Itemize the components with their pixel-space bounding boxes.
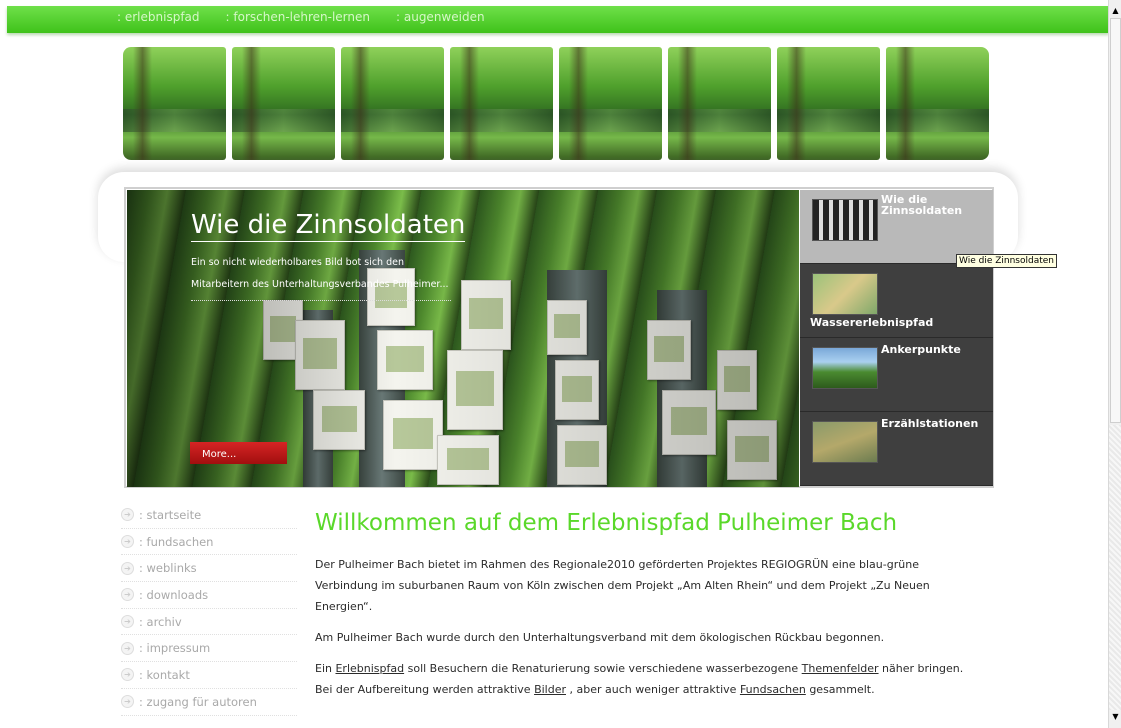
link-bilder[interactable]: Bilder	[534, 683, 566, 696]
arrow-circle-icon: ➔	[121, 508, 134, 522]
scrollbar-track[interactable]	[1109, 425, 1121, 710]
arrow-circle-icon: ➔	[121, 588, 134, 602]
menu-item-startseite[interactable]: ➔ : startseite	[121, 502, 297, 529]
tooltip: Wie die Zinnsoldaten	[956, 254, 1057, 268]
menu-item-label: : startseite	[139, 507, 202, 522]
sidebar-menu: ➔: startseite ➔: fundsachen ➔: weblinks …	[121, 502, 297, 716]
slider-thumb-zinnsoldaten[interactable]: Wie die Zinnsoldaten	[800, 190, 993, 264]
link-fundsachen[interactable]: Fundsachen	[740, 683, 806, 696]
top-navigation-bar: : erlebnispfad : forschen-lehren-lernen …	[7, 6, 1109, 33]
thumb-image	[812, 421, 878, 463]
arrow-circle-icon: ➔	[121, 695, 134, 709]
scroll-down-arrow-icon[interactable]: ▼	[1110, 712, 1121, 724]
menu-item-label: : zugang für autoren	[139, 694, 257, 709]
slider-thumb-wassererlebnispfad[interactable]: Wassererlebnispfad	[800, 264, 993, 338]
text: , aber auch weniger attraktive	[566, 683, 740, 696]
header-photo	[341, 47, 444, 160]
nav-link-augenweiden[interactable]: : augenweiden	[396, 10, 485, 24]
page-heading: Willkommen auf dem Erlebnispfad Pulheime…	[315, 510, 898, 536]
thumb-label: Wie die Zinnsoldaten	[881, 193, 963, 217]
menu-item-label: : archiv	[139, 614, 182, 629]
menu-item-label: : impressum	[139, 641, 211, 656]
arrow-circle-icon: ➔	[121, 615, 134, 629]
featured-slider: Wie die Zinnsoldaten Ein so nicht wieder…	[124, 187, 994, 488]
menu-item-downloads[interactable]: ➔ : downloads	[121, 582, 297, 609]
arrow-circle-icon: ➔	[121, 668, 134, 682]
scrollbar-thumb[interactable]	[1110, 18, 1121, 423]
menu-item-zugang-fuer-autoren[interactable]: ➔ : zugang für autoren	[121, 689, 297, 716]
header-photo	[668, 47, 771, 160]
vertical-scrollbar[interactable]: ▲ ▼	[1108, 0, 1121, 728]
header-photo	[886, 47, 989, 160]
text: soll Besuchern die Renaturierung sowie v…	[404, 662, 802, 675]
header-photo	[559, 47, 662, 160]
text: Ein	[315, 662, 336, 675]
header-photo	[123, 47, 226, 160]
menu-item-label: : kontakt	[139, 667, 190, 682]
header-photo	[450, 47, 553, 160]
thumb-image	[812, 199, 878, 241]
thumb-label: Ankerpunkte	[881, 343, 961, 356]
thumb-image	[812, 273, 878, 315]
slider-thumbnail-list: Wie die Zinnsoldaten Wassererlebnispfad …	[800, 190, 993, 487]
slider-thumb-ankerpunkte[interactable]: Ankerpunkte	[800, 338, 993, 412]
arrow-circle-icon: ➔	[121, 561, 134, 575]
scroll-up-arrow-icon[interactable]: ▲	[1110, 6, 1121, 18]
paragraph: Am Pulheimer Bach wurde durch den Unterh…	[315, 631, 885, 644]
top-nav: : erlebnispfad : forschen-lehren-lernen …	[117, 10, 485, 24]
menu-item-impressum[interactable]: ➔ : impressum	[121, 635, 297, 663]
menu-item-label: : downloads	[139, 587, 209, 602]
header-photo	[232, 47, 335, 160]
slider-thumb-erzaehlstationen[interactable]: Erzählstationen	[800, 412, 993, 486]
slide-title[interactable]: Wie die Zinnsoldaten	[191, 210, 466, 242]
slide-image[interactable]: Wie die Zinnsoldaten Ein so nicht wieder…	[127, 190, 799, 487]
menu-item-archiv[interactable]: ➔ : archiv	[121, 609, 297, 636]
link-erlebnispfad[interactable]: Erlebnispfad	[335, 662, 404, 675]
paragraph-with-links: Ein Erlebnispfad soll Besuchern die Rena…	[315, 658, 975, 700]
menu-item-label: : weblinks	[139, 561, 197, 576]
slide-excerpt: Ein so nicht wiederholbares Bild bot sic…	[191, 252, 451, 301]
text: gesammelt.	[805, 683, 875, 696]
thumb-label: Erzählstationen	[881, 417, 979, 430]
intro-paragraph: Der Pulheimer Bach bietet im Rahmen des …	[315, 558, 930, 613]
nav-link-forschen-lehren-lernen[interactable]: : forschen-lehren-lernen	[226, 10, 370, 24]
menu-item-fundsachen[interactable]: ➔ : fundsachen	[121, 529, 297, 556]
nav-link-erlebnispfad[interactable]: : erlebnispfad	[117, 10, 200, 24]
header-photo-strip	[123, 47, 989, 160]
arrow-circle-icon: ➔	[121, 535, 134, 549]
menu-item-kontakt[interactable]: ➔ : kontakt	[121, 662, 297, 689]
main-content: Willkommen auf dem Erlebnispfad Pulheime…	[315, 510, 975, 710]
header-photo	[777, 47, 880, 160]
thumb-image	[812, 347, 878, 389]
arrow-circle-icon: ➔	[121, 641, 134, 655]
menu-item-weblinks[interactable]: ➔ : weblinks	[121, 555, 297, 583]
thumb-label: Wassererlebnispfad	[810, 316, 934, 329]
menu-item-label: : fundsachen	[139, 534, 214, 549]
more-button[interactable]: More...	[190, 442, 287, 464]
link-themenfelder[interactable]: Themenfelder	[802, 662, 879, 675]
